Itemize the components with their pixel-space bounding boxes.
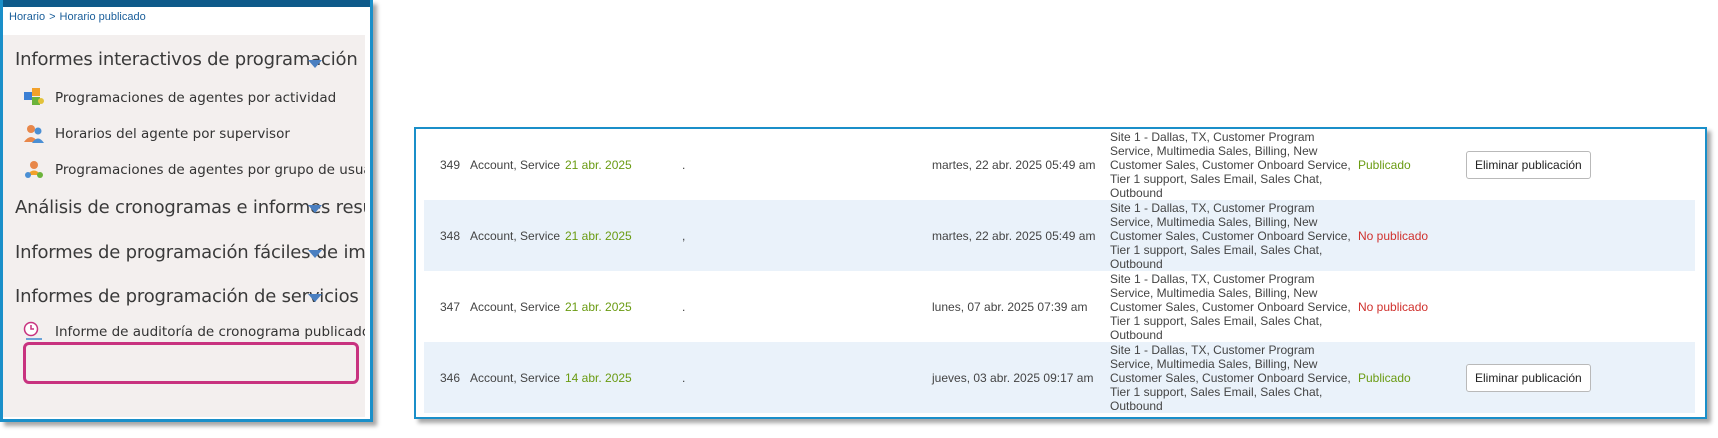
sites-list: Site 1 - Dallas, TX, Customer Program Se… bbox=[1110, 200, 1351, 271]
panel-gutter bbox=[365, 35, 370, 417]
chevron-down-icon[interactable] bbox=[308, 294, 322, 302]
action-cell: Eliminar publicación bbox=[1466, 342, 1591, 413]
unpublish-button[interactable]: Eliminar publicación bbox=[1466, 150, 1591, 179]
published-on: jueves, 03 abr. 2025 09:17 am bbox=[932, 370, 1094, 385]
menu-item-label: Horarios del agente por supervisor bbox=[55, 126, 290, 142]
table-row: 348 Account, Service 21 abr. 2025 , mart… bbox=[424, 200, 1695, 271]
menu-item-agents-by-user-group[interactable]: Programaciones de agentes por grupo de u… bbox=[23, 155, 365, 185]
schedule-type: Account, Service bbox=[470, 157, 561, 172]
clock-icon bbox=[23, 321, 45, 343]
table-row: 347 Account, Service 21 abr. 2025 . lune… bbox=[424, 271, 1695, 342]
chevron-down-icon[interactable] bbox=[308, 250, 322, 258]
status-badge: Publicado bbox=[1358, 157, 1411, 172]
menu-item-agents-by-activity[interactable]: Programaciones de agentes por actividad bbox=[23, 83, 336, 113]
schedule-note: . bbox=[682, 370, 686, 385]
published-on: martes, 22 abr. 2025 05:49 am bbox=[932, 157, 1096, 172]
schedule-id: 349 bbox=[440, 157, 461, 172]
schedule-type: Account, Service bbox=[470, 299, 561, 314]
published-schedules-table: 349 Account, Service 21 abr. 2025 . mart… bbox=[414, 127, 1707, 419]
table-row: 349 Account, Service 21 abr. 2025 . mart… bbox=[424, 129, 1695, 200]
panel-top-bar bbox=[3, 0, 370, 7]
unpublish-button[interactable]: Eliminar publicación bbox=[1466, 363, 1591, 392]
chevron-down-icon[interactable] bbox=[308, 60, 322, 68]
reports-navigation-panel: Horario > Horario publicado Informes inter… bbox=[0, 0, 373, 422]
schedule-note: . bbox=[682, 157, 686, 172]
sites-list: Site 1 - Dallas, TX, Customer Program Se… bbox=[1110, 129, 1351, 200]
schedule-date: 14 abr. 2025 bbox=[565, 370, 632, 385]
menu-item-agents-by-supervisor[interactable]: Horarios del agente por supervisor bbox=[23, 119, 290, 149]
status-badge: No publicado bbox=[1358, 228, 1429, 243]
menu-item-label: Programaciones de agentes por grupo de u… bbox=[55, 162, 365, 178]
breadcrumb-current[interactable]: Horario publicado bbox=[60, 11, 146, 23]
schedule-note: . bbox=[682, 299, 686, 314]
published-on: martes, 22 abr. 2025 05:49 am bbox=[932, 228, 1096, 243]
menu-item-label: Programaciones de agentes por actividad bbox=[55, 90, 337, 106]
schedule-date: 21 abr. 2025 bbox=[565, 157, 632, 172]
sites-list: Site 1 - Dallas, TX, Customer Program Se… bbox=[1110, 271, 1351, 342]
schedule-note: , bbox=[682, 228, 686, 243]
schedule-id: 348 bbox=[440, 228, 461, 243]
sites-list: Site 1 - Dallas, TX, Customer Program Se… bbox=[1110, 342, 1351, 413]
breadcrumb-separator: > bbox=[49, 11, 56, 23]
group-icon bbox=[23, 159, 45, 181]
schedule-date: 21 abr. 2025 bbox=[565, 299, 632, 314]
schedule-date: 21 abr. 2025 bbox=[565, 228, 632, 243]
published-on: lunes, 07 abr. 2025 07:39 am bbox=[932, 299, 1088, 314]
menu-item-label: Informe de auditoría de cronograma publi… bbox=[55, 324, 365, 340]
highlight-annotation bbox=[23, 342, 359, 384]
chevron-down-icon[interactable] bbox=[308, 205, 322, 213]
schedule-id: 347 bbox=[440, 299, 461, 314]
status-badge: Publicado bbox=[1358, 370, 1411, 385]
table-row: 346 Account, Service 14 abr. 2025 . juev… bbox=[424, 342, 1695, 413]
schedule-type: Account, Service bbox=[470, 228, 561, 243]
section-interactive-reports[interactable]: Informes interactivos de programación bbox=[15, 49, 358, 70]
breadcrumb: Horario > Horario publicado bbox=[9, 11, 146, 23]
breadcrumb-root-link[interactable]: Horario bbox=[9, 11, 45, 23]
schedule-type: Account, Service bbox=[470, 370, 561, 385]
schedule-id: 346 bbox=[440, 370, 461, 385]
puzzle-icon bbox=[23, 87, 45, 109]
action-cell: Eliminar publicación bbox=[1466, 129, 1591, 200]
status-badge: No publicado bbox=[1358, 299, 1429, 314]
people-icon bbox=[23, 123, 45, 145]
